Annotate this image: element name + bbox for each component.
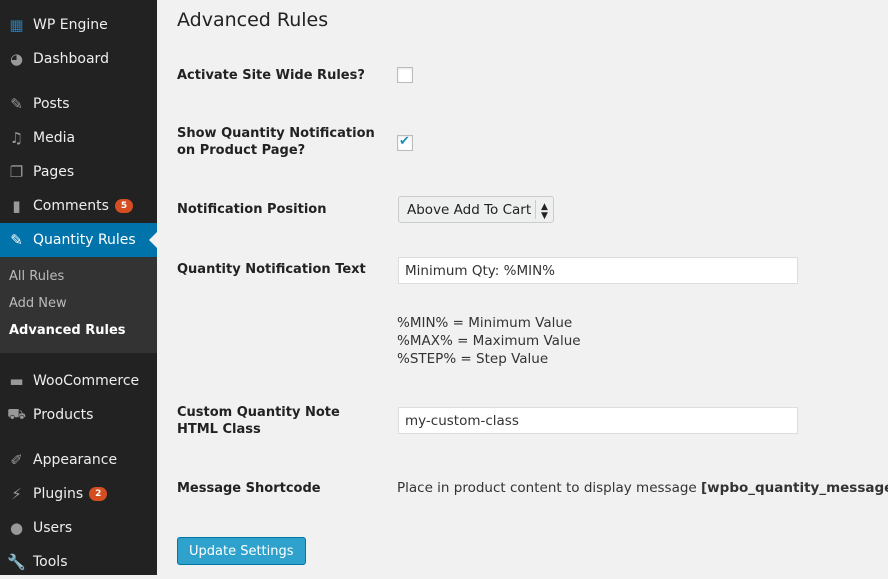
menu-tools[interactable]: 🔧 Tools: [0, 545, 157, 579]
dashboard-icon: ◕: [9, 50, 24, 68]
submenu-all-rules[interactable]: All Rules: [9, 269, 64, 284]
shortcode-label: Message Shortcode: [177, 481, 321, 496]
comments-badge: 5: [114, 199, 134, 213]
menu-posts[interactable]: ✎ Posts: [0, 87, 157, 121]
select-arrows-icon: ▲ ▼: [535, 200, 553, 221]
help-text: %MIN% = Minimum Value %MAX% = Maximum Va…: [397, 315, 581, 367]
menu-wp-engine[interactable]: ▦ WP Engine: [0, 8, 157, 42]
grid-icon: ▦: [9, 16, 24, 34]
submenu: All Rules Add New Advanced Rules: [0, 257, 157, 353]
notification-text-label: Quantity Notification Text: [177, 262, 366, 277]
submenu-add-new[interactable]: Add New: [9, 296, 67, 311]
page-title: Advanced Rules: [177, 9, 329, 31]
position-label: Notification Position: [177, 202, 327, 217]
plug-icon: ⚡: [11, 485, 22, 503]
menu-comments[interactable]: ▮ Comments 5: [0, 189, 157, 223]
html-class-label: Custom Quantity Note HTML Class: [177, 405, 340, 437]
menu-dashboard[interactable]: ◕ Dashboard: [0, 42, 157, 76]
submenu-advanced-rules[interactable]: Advanced Rules: [9, 323, 126, 338]
pages-icon: ❐: [9, 163, 24, 181]
html-class-input[interactable]: [398, 407, 798, 434]
cart-icon: ⛟: [7, 405, 26, 423]
menu-media[interactable]: ♫ Media: [0, 121, 157, 155]
menu-plugins[interactable]: ⚡ Plugins 2: [0, 477, 157, 511]
menu-appearance[interactable]: ✐ Appearance: [0, 443, 157, 477]
show-notification-checkbox[interactable]: [397, 134, 413, 151]
menu-pages[interactable]: ❐ Pages: [0, 155, 157, 189]
menu-quantity-rules[interactable]: ✎ Quantity Rules: [0, 223, 157, 257]
activate-label: Activate Site Wide Rules?: [177, 68, 365, 83]
plugins-badge: 2: [89, 487, 108, 501]
shortcode: [wpbo_quantity_message]: [701, 480, 888, 496]
media-icon: ♫: [9, 129, 24, 147]
position-select[interactable]: Above Add To Cart ▲ ▼: [398, 196, 554, 223]
comment-icon: ▮: [12, 197, 21, 215]
pin-icon: ✎: [10, 95, 23, 113]
wrench-icon: 🔧: [7, 553, 26, 571]
brush-icon: ✐: [10, 451, 23, 469]
activate-checkbox[interactable]: [397, 67, 413, 83]
show-notification-label: Show Quantity Notification on Product Pa…: [177, 126, 375, 158]
admin-sidebar: ▦ WP Engine ◕ Dashboard ✎ Posts ♫ Media ❐ Pag…: [0, 0, 157, 575]
shortcode-text: Place in product content to display mess…: [397, 479, 888, 497]
menu-woocommerce[interactable]: ▬ WooCommerce: [0, 364, 157, 398]
update-settings-button[interactable]: Update Settings: [177, 537, 306, 565]
menu-products[interactable]: ⛟ Products: [0, 398, 157, 432]
woo-icon: ▬: [9, 372, 24, 390]
pin-icon: ✎: [10, 231, 23, 249]
notification-text-input[interactable]: [398, 257, 798, 284]
user-icon: ●: [9, 519, 24, 537]
menu-users[interactable]: ● Users: [0, 511, 157, 545]
